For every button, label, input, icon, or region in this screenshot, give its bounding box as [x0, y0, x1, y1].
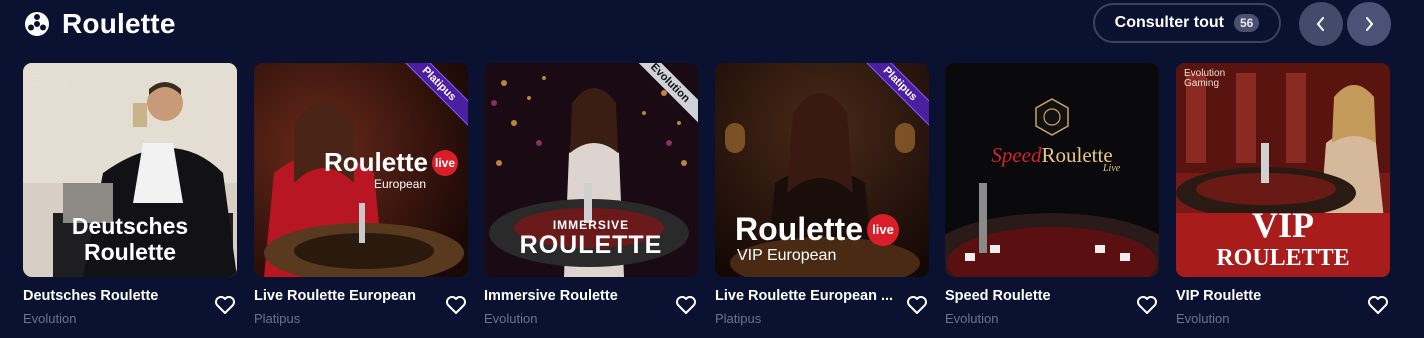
art-title-line2: Live [1103, 163, 1121, 174]
heart-icon[interactable] [675, 295, 697, 315]
game-card[interactable]: Evolution Gaming Deutsches Roulette Deut… [23, 63, 237, 326]
art-title-line1: IMMERSIVE [552, 218, 630, 232]
game-provider: Evolution [945, 311, 999, 326]
art-title-line2: Roulette [84, 239, 176, 265]
art-title-line2: ROULETTE [519, 231, 663, 259]
section-title: Roulette [62, 8, 176, 39]
game-thumbnail[interactable]: Evolution Gaming Deutsches Roulette [23, 63, 237, 277]
game-thumbnail[interactable]: Platipus Roulette live VIP European [715, 63, 929, 277]
game-card[interactable]: Platipus Roulette live VIP European Live… [715, 63, 929, 326]
roulette-wheel-icon [25, 12, 49, 36]
game-title[interactable]: Deutsches Roulette [23, 288, 203, 304]
art-title-line1: Deutsches [71, 213, 189, 239]
count-badge: 56 [1233, 14, 1260, 32]
art-title-line2: ROULETTE [1216, 245, 1350, 271]
game-provider: Evolution [23, 311, 77, 326]
brand-logo: Evolution Gaming [1184, 68, 1226, 89]
heart-icon[interactable] [906, 295, 928, 315]
heart-icon[interactable] [445, 295, 467, 315]
game-card[interactable]: SpeedRoulette Live Speed Roulette Evolut… [945, 63, 1159, 326]
next-button[interactable] [1347, 2, 1391, 46]
live-badge: live [432, 149, 458, 176]
art-title-line2: European [374, 177, 427, 191]
game-provider: Evolution [484, 311, 538, 326]
heart-icon[interactable] [1136, 295, 1158, 315]
live-badge: live [867, 213, 899, 246]
game-title[interactable]: VIP Roulette [1176, 288, 1356, 304]
game-thumbnail[interactable]: Evolution IMMERSIVE ROULETTE [484, 63, 698, 277]
game-card[interactable]: Platipus Roulette live European Live Rou… [254, 63, 468, 326]
game-provider: Platipus [715, 311, 762, 326]
art-title-line1: Roulette [324, 147, 428, 177]
game-thumbnail[interactable]: SpeedRoulette Live [945, 63, 1159, 277]
game-title[interactable]: Speed Roulette [945, 288, 1125, 304]
brand-logo: Evolution Gaming [31, 68, 73, 89]
heart-icon[interactable] [214, 295, 236, 315]
art-title-line1: VIP [1252, 205, 1314, 245]
view-all-button[interactable]: Consulter tout 56 [1093, 3, 1281, 43]
game-card[interactable]: Evolution IMMERSIVE ROULETTE Immersive R… [484, 63, 698, 326]
game-provider: Platipus [254, 311, 301, 326]
art-title-line2: VIP European [737, 247, 837, 264]
game-title[interactable]: Immersive Roulette [484, 288, 664, 304]
game-card[interactable]: Evolution Gaming VIP ROULETTE VIP Roulet… [1176, 63, 1390, 326]
game-provider: Evolution [1176, 311, 1230, 326]
view-all-label: Consulter tout [1114, 14, 1224, 31]
game-title[interactable]: Live Roulette European ... [715, 288, 895, 304]
chevron-right-icon [1366, 17, 1374, 31]
heart-icon[interactable] [1367, 295, 1389, 315]
section-header: Roulette [24, 6, 176, 42]
game-title[interactable]: Live Roulette European [254, 288, 434, 304]
art-title-line1: Roulette [735, 211, 863, 247]
game-thumbnail[interactable]: Platipus Roulette live European [254, 63, 468, 277]
art-title-speed: Speed [991, 143, 1042, 167]
chevron-left-icon [1316, 17, 1324, 31]
art-title-roulette: Roulette [1041, 143, 1113, 167]
prev-button[interactable] [1299, 2, 1343, 46]
game-thumbnail[interactable]: Evolution Gaming VIP ROULETTE [1176, 63, 1390, 277]
